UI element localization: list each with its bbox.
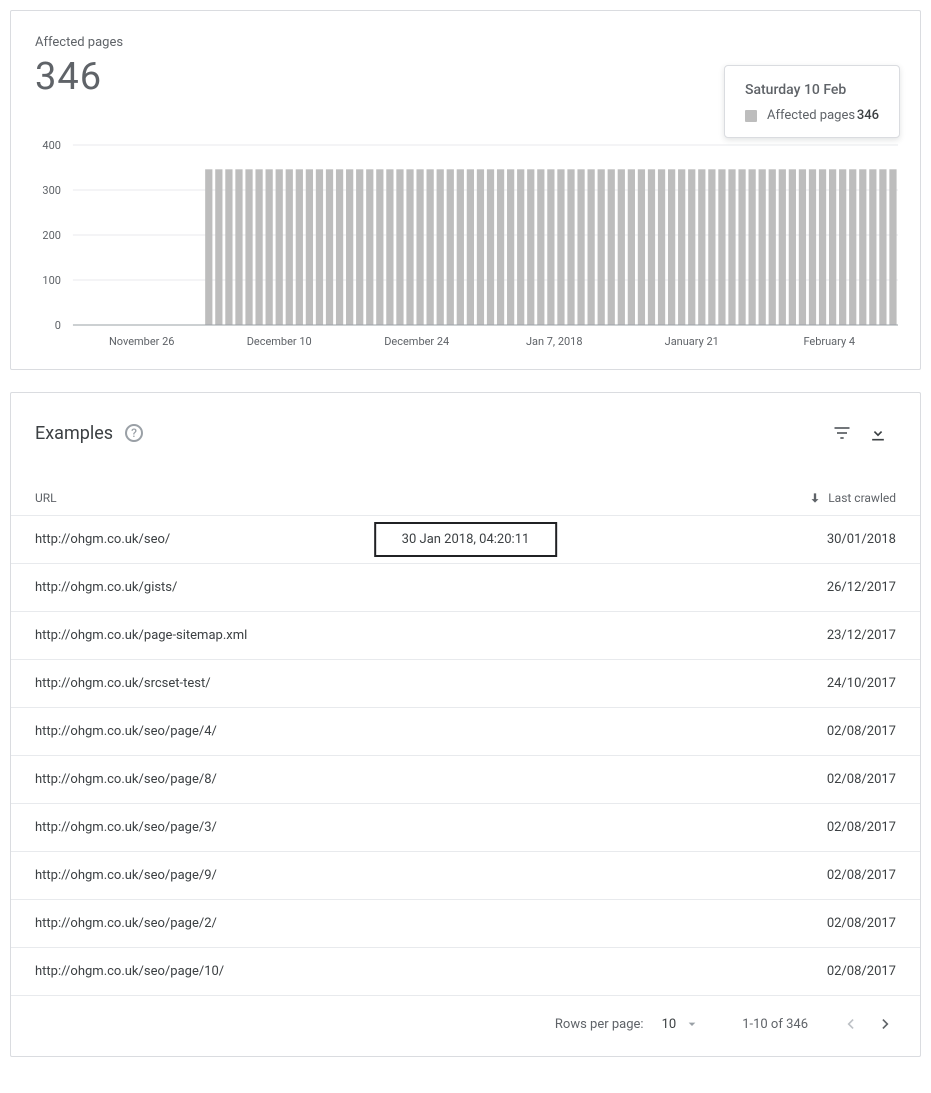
affected-pages-chart-card: Affected pages 346 0 100 200 300 400 November… <box>10 10 921 370</box>
cell-url: http://ohgm.co.uk/seo/page/9/ <box>35 868 827 883</box>
svg-text:Jan 7, 2018: Jan 7, 2018 <box>526 335 583 348</box>
table-row[interactable]: http://ohgm.co.uk/seo/page/9/02/08/2017 <box>11 852 920 900</box>
col-last-crawled[interactable]: Last crawled <box>808 491 896 505</box>
crawl-timestamp-tooltip: 30 Jan 2018, 04:20:11 <box>374 522 558 557</box>
svg-text:300: 300 <box>42 184 61 197</box>
cell-last-crawled: 02/08/2017 <box>827 724 896 739</box>
cell-url: http://ohgm.co.uk/seo/page/4/ <box>35 724 827 739</box>
svg-text:January 21: January 21 <box>665 335 719 348</box>
svg-text:February 4: February 4 <box>803 335 855 348</box>
chart-tooltip: Saturday 10 Feb Affected pages 346 <box>724 65 900 138</box>
download-button[interactable] <box>860 415 896 451</box>
cell-url: http://ohgm.co.uk/seo/page/10/ <box>35 964 827 979</box>
cell-url: http://ohgm.co.uk/seo/page/3/ <box>35 820 827 835</box>
table-row[interactable]: http://ohgm.co.uk/gists/26/12/2017 <box>11 564 920 612</box>
sort-desc-icon <box>808 491 822 505</box>
affected-pages-chart[interactable]: 0 100 200 300 400 November 26 December 10 Decem… <box>29 115 902 351</box>
cell-url: http://ohgm.co.uk/page-sitemap.xml <box>35 628 827 643</box>
filter-icon <box>832 423 852 443</box>
cell-last-crawled: 02/08/2017 <box>827 772 896 787</box>
cell-url: http://ohgm.co.uk/gists/ <box>35 580 827 595</box>
rows-per-page-value: 10 <box>662 1017 677 1032</box>
table-row[interactable]: http://ohgm.co.uk/seo/page/10/02/08/2017 <box>11 948 920 996</box>
download-icon <box>868 423 888 443</box>
table-row[interactable]: http://ohgm.co.uk/page-sitemap.xml23/12/… <box>11 612 920 660</box>
table-row[interactable]: http://ohgm.co.uk/seo/30 Jan 2018, 04:20… <box>11 516 920 564</box>
cell-url: http://ohgm.co.uk/seo/page/8/ <box>35 772 827 787</box>
svg-text:200: 200 <box>42 229 61 242</box>
filter-button[interactable] <box>824 415 860 451</box>
col-url[interactable]: URL <box>35 491 808 505</box>
rows-per-page-select[interactable]: 10 <box>654 1010 709 1038</box>
examples-card: Examples ? URL Last crawled http://ohgm.… <box>10 392 921 1057</box>
cell-last-crawled: 24/10/2017 <box>827 676 896 691</box>
svg-text:0: 0 <box>55 319 61 332</box>
table-row[interactable]: http://ohgm.co.uk/seo/page/3/02/08/2017 <box>11 804 920 852</box>
cell-last-crawled: 23/12/2017 <box>827 628 896 643</box>
tooltip-series-label: Affected pages <box>767 108 855 123</box>
cell-last-crawled: 02/08/2017 <box>827 820 896 835</box>
metric-label: Affected pages <box>35 33 896 53</box>
svg-text:December 10: December 10 <box>247 335 312 348</box>
svg-text:November 26: November 26 <box>109 335 174 348</box>
chevron-right-icon <box>876 1014 896 1034</box>
cell-last-crawled: 02/08/2017 <box>827 868 896 883</box>
table-row[interactable]: http://ohgm.co.uk/srcset-test/24/10/2017 <box>11 660 920 708</box>
table-header-row: URL Last crawled <box>11 481 920 516</box>
svg-text:100: 100 <box>42 274 61 287</box>
pagination-range: 1-10 of 346 <box>742 1017 808 1032</box>
next-page-button[interactable] <box>868 1006 904 1042</box>
examples-title: Examples <box>35 423 113 444</box>
rows-per-page-label: Rows per page: <box>555 1017 644 1032</box>
cell-last-crawled: 02/08/2017 <box>827 916 896 931</box>
table-footer: Rows per page: 10 1-10 of 346 <box>11 996 920 1056</box>
tooltip-swatch <box>745 110 757 122</box>
svg-text:December 24: December 24 <box>384 335 449 348</box>
cell-last-crawled: 30/01/2018 <box>827 532 896 547</box>
table-row[interactable]: http://ohgm.co.uk/seo/page/2/02/08/2017 <box>11 900 920 948</box>
table-row[interactable]: http://ohgm.co.uk/seo/page/8/02/08/2017 <box>11 756 920 804</box>
cell-last-crawled: 02/08/2017 <box>827 964 896 979</box>
cell-last-crawled: 26/12/2017 <box>827 580 896 595</box>
cell-url: http://ohgm.co.uk/srcset-test/ <box>35 676 827 691</box>
dropdown-icon <box>684 1016 700 1032</box>
tooltip-title: Saturday 10 Feb <box>745 82 879 98</box>
svg-text:400: 400 <box>42 139 61 152</box>
col-last-crawled-label: Last crawled <box>828 491 896 505</box>
prev-page-button[interactable] <box>832 1006 868 1042</box>
help-icon[interactable]: ? <box>125 424 143 442</box>
cell-url: http://ohgm.co.uk/seo/page/2/ <box>35 916 827 931</box>
chevron-left-icon <box>840 1014 860 1034</box>
examples-table: URL Last crawled http://ohgm.co.uk/seo/3… <box>11 481 920 996</box>
tooltip-value: 346 <box>857 108 879 123</box>
table-row[interactable]: http://ohgm.co.uk/seo/page/4/02/08/2017 <box>11 708 920 756</box>
